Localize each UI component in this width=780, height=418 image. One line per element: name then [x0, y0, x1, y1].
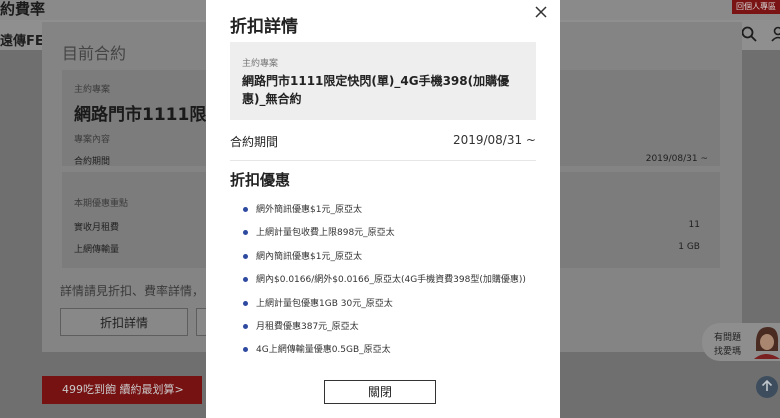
- detail-note: 詳情請見折扣、費率詳情，: [60, 284, 205, 298]
- modal-title: 折扣詳情: [230, 17, 298, 37]
- list-item: 網內簡訊優惠$1元_原亞太: [242, 251, 542, 274]
- period-label: 合約期間: [74, 157, 111, 167]
- plan-info-box: 主約專案 網路門市1111限定快閃(單)_4G手機398(加購優惠)_無合約: [230, 42, 536, 120]
- chat-line-2: 找愛瑪: [714, 347, 742, 357]
- search-icon[interactable]: [741, 26, 757, 42]
- plan-label: 主約專案: [74, 85, 111, 95]
- plan-label: 主約專案: [242, 59, 279, 69]
- discount-heading: 折扣優惠: [230, 171, 291, 189]
- chat-line-1: 有問題: [714, 333, 742, 343]
- rent-label: 實收月租費: [74, 223, 120, 233]
- close-button[interactable]: 關閉: [324, 380, 436, 404]
- list-item: 月租費優惠387元_原亞太: [242, 321, 542, 344]
- promo-banner[interactable]: 499吃到飽 續約最划算>: [42, 376, 202, 404]
- data-value: 1 GB: [678, 242, 700, 252]
- content-label: 專案內容: [74, 135, 111, 145]
- list-item: 網外簡訊優惠$1元_原亞太: [242, 204, 542, 227]
- card-heading: 目前合約: [62, 44, 127, 63]
- list-item: 上網計量包優惠1GB 30元_原亞太: [242, 298, 542, 321]
- scroll-top-button[interactable]: [756, 376, 778, 398]
- plan-name: 網路門市1111限定: [74, 105, 224, 125]
- period-label: 合約期間: [230, 135, 279, 149]
- rent-value: 11: [688, 220, 700, 230]
- assistant-avatar-icon: [754, 327, 780, 359]
- highlights-label: 本期優惠重點: [74, 199, 129, 209]
- arrow-up-icon: [761, 379, 773, 391]
- brand-logo[interactable]: 遠傳FE: [0, 30, 44, 49]
- contract-period-row: 合約期間 2019/08/31 ~: [230, 122, 536, 161]
- discount-details-button[interactable]: 折扣詳情: [60, 308, 188, 336]
- period-value: 2019/08/31 ~: [645, 154, 708, 164]
- user-icon[interactable]: [770, 26, 780, 42]
- list-item: 上網計量包收費上限898元_原亞太: [242, 227, 542, 250]
- list-item: 4G上網傳輸量優惠0.5GB_原亞太: [242, 344, 542, 367]
- page-title: 約費率: [0, 0, 46, 18]
- close-icon[interactable]: [534, 5, 548, 19]
- plan-name: 網路門市1111限定快閃(單)_4G手機398(加購優惠)_無合約: [242, 74, 510, 106]
- list-item: 網內$0.0166/網外$0.0166_原亞太(4G手機資費398型(加購優惠)…: [242, 274, 542, 297]
- discount-details-modal: 折扣詳情 主約專案 網路門市1111限定快閃(單)_4G手機398(加購優惠)_…: [206, 0, 560, 418]
- chat-assistant-widget[interactable]: 有問題 找愛瑪: [702, 323, 780, 361]
- member-area-button[interactable]: 回個人專區: [732, 0, 780, 14]
- period-value: 2019/08/31 ~: [452, 133, 536, 147]
- discount-list: 網外簡訊優惠$1元_原亞太 上網計量包收費上限898元_原亞太 網內簡訊優惠$1…: [242, 204, 542, 368]
- data-label: 上網傳輸量: [74, 245, 120, 255]
